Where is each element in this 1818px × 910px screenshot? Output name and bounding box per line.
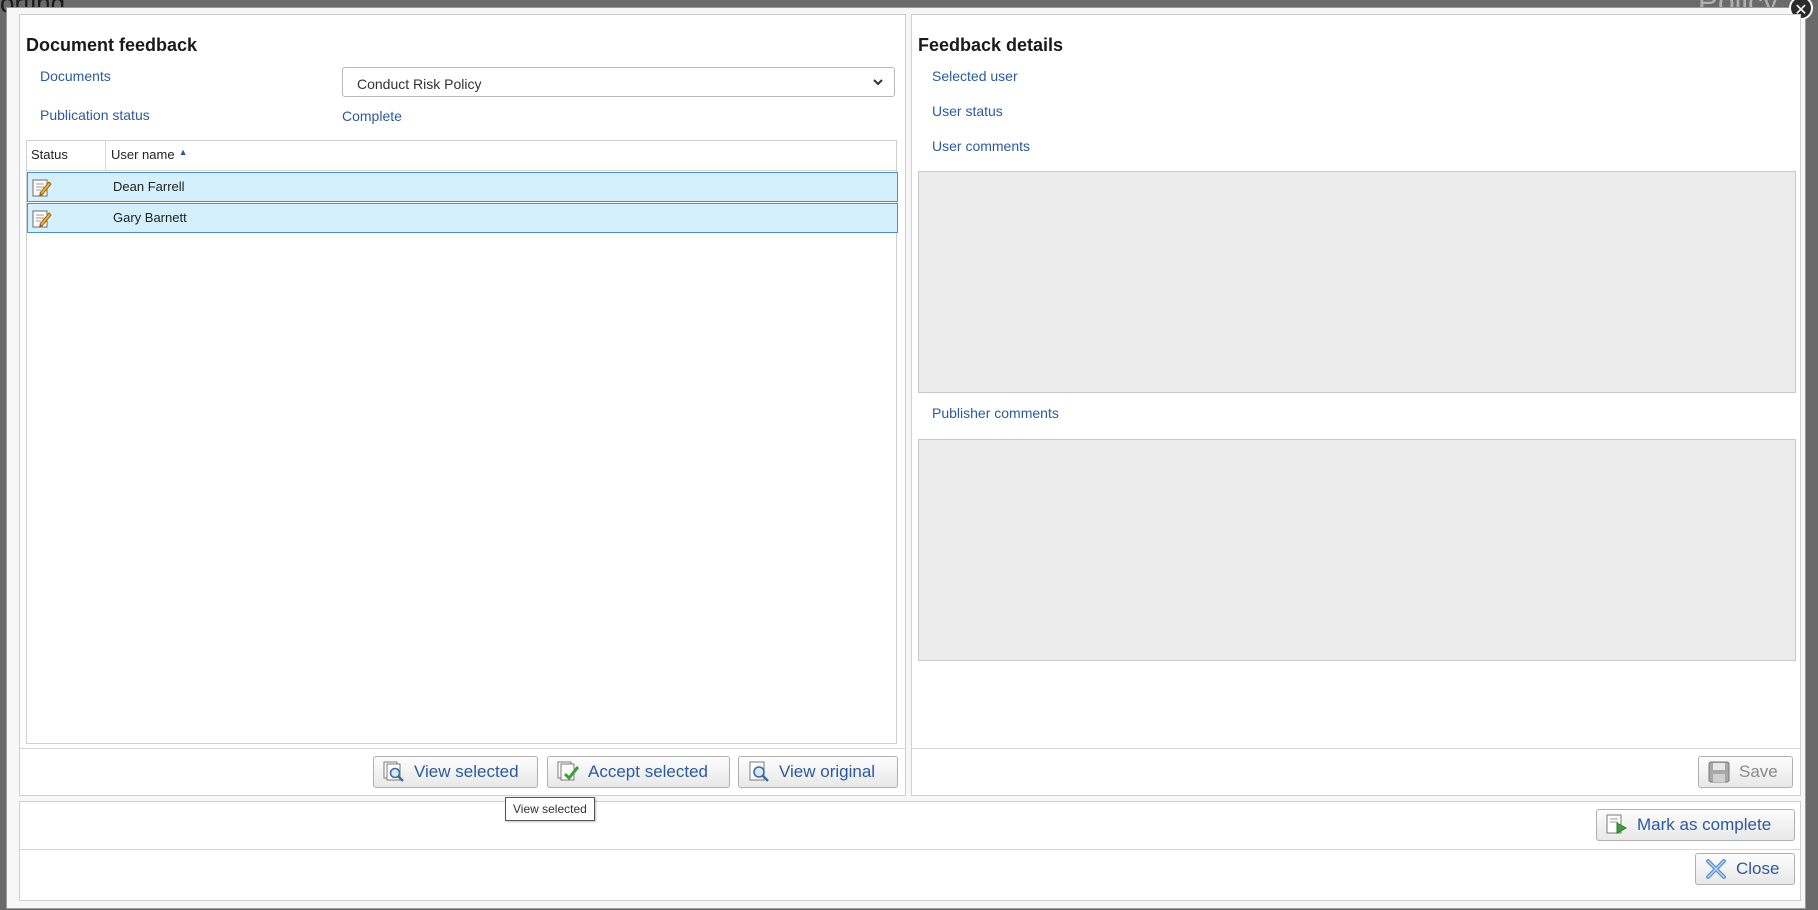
view-selected-button[interactable]: View selected bbox=[373, 756, 538, 788]
row-user-name: Gary Barnett bbox=[113, 210, 187, 225]
publication-status-label: Publication status bbox=[40, 107, 150, 123]
user-comments-label: User comments bbox=[932, 138, 1031, 154]
view-original-icon bbox=[747, 761, 771, 783]
table-row[interactable]: Dean Farrell bbox=[27, 172, 898, 202]
feedback-users-grid: Status User name ▲ Dean Farrell Gary Bar… bbox=[26, 140, 898, 744]
document-feedback-title: Document feedback bbox=[26, 35, 198, 55]
sort-ascending-icon: ▲ bbox=[178, 147, 188, 157]
view-original-label: View original bbox=[779, 762, 876, 781]
tooltip: View selected bbox=[505, 797, 595, 821]
column-header-user-name-label: User name bbox=[111, 147, 175, 162]
save-button[interactable]: Save bbox=[1698, 756, 1793, 788]
grid-header: Status User name ▲ bbox=[27, 141, 896, 171]
accept-selected-button[interactable]: Accept selected bbox=[547, 756, 730, 788]
column-header-user-name[interactable]: User name ▲ bbox=[107, 141, 192, 171]
left-button-bar: View selected Accept selected View origi… bbox=[20, 748, 905, 795]
publisher-comments-textarea[interactable] bbox=[918, 439, 1796, 661]
right-button-bar: Save bbox=[912, 748, 1800, 795]
column-header-status[interactable]: Status bbox=[27, 141, 106, 171]
feedback-details-panel: Feedback details Selected user User stat… bbox=[911, 14, 1801, 796]
view-original-button[interactable]: View original bbox=[738, 756, 898, 788]
footer-divider bbox=[20, 849, 1800, 850]
user-status-label: User status bbox=[932, 103, 1003, 119]
mark-as-complete-button[interactable]: Mark as complete bbox=[1596, 809, 1795, 841]
selected-user-label: Selected user bbox=[932, 68, 1018, 84]
feedback-dialog: ✕ Document feedback Documents Conduct Ri… bbox=[6, 0, 1813, 909]
close-label: Close bbox=[1736, 859, 1780, 878]
edit-document-icon bbox=[32, 178, 52, 198]
feedback-details-title: Feedback details bbox=[918, 35, 1064, 55]
save-label: Save bbox=[1739, 762, 1778, 781]
close-button[interactable]: Close bbox=[1695, 853, 1795, 885]
row-user-name: Dean Farrell bbox=[113, 179, 185, 194]
publication-status-value: Complete bbox=[342, 108, 402, 124]
documents-label: Documents bbox=[40, 68, 111, 84]
documents-select[interactable]: Conduct Risk Policy bbox=[342, 67, 895, 97]
documents-select-value: Conduct Risk Policy bbox=[357, 76, 482, 92]
view-selected-label: View selected bbox=[414, 762, 519, 781]
accept-selected-icon bbox=[556, 761, 580, 783]
dialog-footer: Mark as complete Close bbox=[19, 801, 1801, 901]
document-feedback-panel: Document feedback Documents Conduct Risk… bbox=[19, 14, 906, 796]
publisher-comments-label: Publisher comments bbox=[932, 405, 1059, 421]
mark-as-complete-label: Mark as complete bbox=[1637, 815, 1772, 834]
view-selected-icon bbox=[382, 761, 406, 783]
save-icon bbox=[1707, 761, 1731, 783]
user-comments-textarea[interactable] bbox=[918, 171, 1796, 393]
accept-selected-label: Accept selected bbox=[588, 762, 709, 781]
close-icon bbox=[1704, 858, 1728, 880]
edit-document-icon bbox=[32, 209, 52, 229]
mark-as-complete-icon bbox=[1605, 814, 1629, 836]
chevron-down-icon bbox=[872, 74, 884, 93]
table-row[interactable]: Gary Barnett bbox=[27, 203, 898, 233]
